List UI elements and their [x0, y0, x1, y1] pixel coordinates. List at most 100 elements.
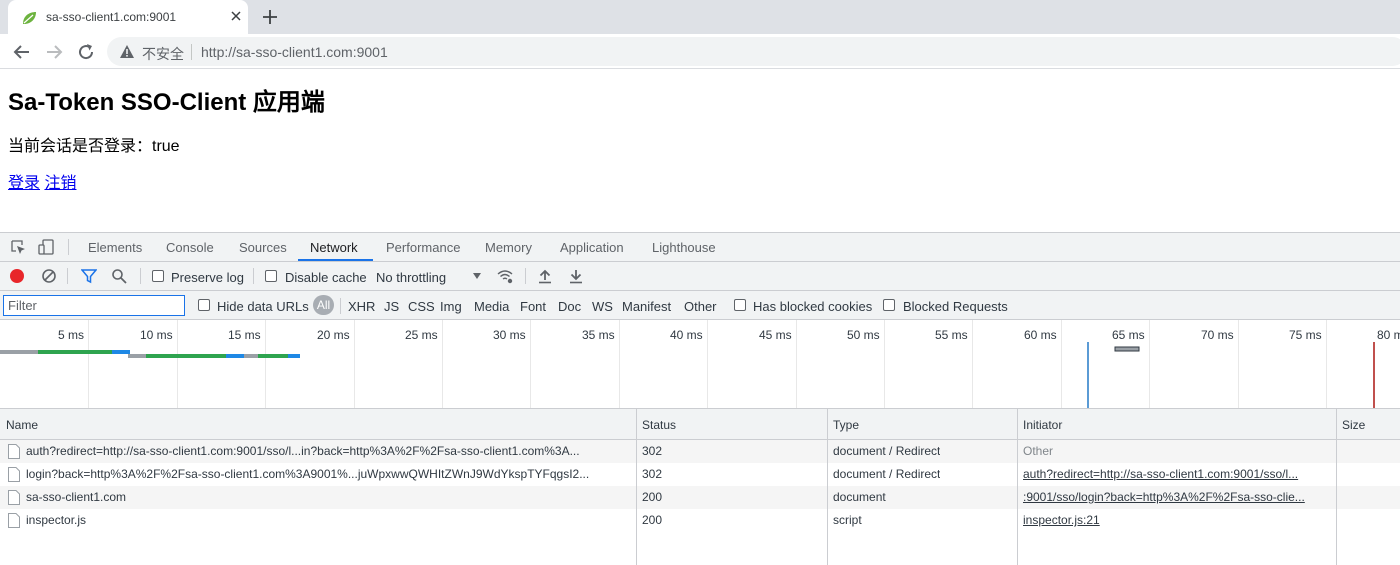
timeline-tick-label: 40 ms: [670, 328, 703, 342]
warning-triangle-icon[interactable]: [119, 44, 135, 60]
url-text[interactable]: http://sa-sso-client1.com:9001: [201, 44, 388, 60]
request-initiator-link[interactable]: :9001/sso/login?back=http%3A%2F%2Fsa-sso…: [1023, 490, 1329, 504]
blocked-cookies-checkbox[interactable]: [734, 299, 746, 311]
inspect-element-icon[interactable]: [10, 239, 26, 255]
type-filter-all[interactable]: All: [313, 295, 334, 315]
column-divider[interactable]: [636, 409, 637, 565]
request-name[interactable]: inspector.js: [26, 513, 629, 527]
tab-memory[interactable]: Memory: [485, 240, 532, 255]
type-filter-other[interactable]: Other: [684, 299, 717, 314]
clear-icon[interactable]: [41, 268, 57, 284]
request-name[interactable]: sa-sso-client1.com: [26, 490, 629, 504]
devtools-tabbar: Elements Console Sources Network Perform…: [0, 233, 1400, 262]
back-arrow-icon[interactable]: [12, 42, 32, 62]
request-initiator: Other: [1023, 444, 1054, 458]
timeline-tick-label: 10 ms: [140, 328, 173, 342]
request-name[interactable]: auth?redirect=http://sa-sso-client1.com:…: [26, 444, 629, 458]
request-type: document: [833, 490, 886, 504]
upload-icon[interactable]: [537, 268, 553, 284]
tab-elements[interactable]: Elements: [88, 240, 142, 255]
column-divider[interactable]: [827, 409, 828, 565]
request-status: 302: [642, 467, 663, 481]
toolbar-divider: [67, 268, 68, 284]
disable-cache-label[interactable]: Disable cache: [285, 270, 367, 285]
search-icon[interactable]: [111, 268, 127, 284]
blocked-requests-checkbox[interactable]: [883, 299, 895, 311]
tab-console[interactable]: Console: [166, 240, 214, 255]
hide-data-urls-checkbox[interactable]: [198, 299, 210, 311]
network-conditions-icon[interactable]: [497, 268, 513, 284]
type-filter-xhr[interactable]: XHR: [348, 299, 375, 314]
login-status: 当前会话是否登录：true: [8, 138, 180, 155]
column-header-initiator[interactable]: Initiator: [1023, 418, 1062, 432]
disable-cache-checkbox[interactable]: [265, 270, 277, 282]
type-filter-manifest[interactable]: Manifest: [622, 299, 671, 314]
hide-data-urls-label[interactable]: Hide data URLs: [217, 299, 309, 314]
browser-tabstrip: sa-sso-client1.com:9001: [0, 0, 1400, 34]
throttling-select[interactable]: No throttling: [376, 270, 446, 285]
new-tab-icon[interactable]: [261, 8, 279, 26]
tab-performance[interactable]: Performance: [386, 240, 460, 255]
document-icon: [8, 444, 20, 459]
overview-bar: [128, 354, 146, 358]
type-filter-img[interactable]: Img: [440, 299, 462, 314]
filter-icon[interactable]: [81, 268, 97, 284]
tab-sources[interactable]: Sources: [239, 240, 287, 255]
type-filter-font[interactable]: Font: [520, 299, 546, 314]
auth-links: 登录 注销: [8, 169, 76, 193]
tab-network[interactable]: Network: [310, 240, 358, 255]
timeline-tick-label: 50 ms: [847, 328, 880, 342]
leaf-favicon-icon: [23, 12, 36, 24]
network-overview[interactable]: 5 ms 10 ms 15 ms 20 ms 25 ms 30 ms 35 ms 40 ms 4…: [0, 320, 1400, 409]
column-divider[interactable]: [1017, 409, 1018, 565]
address-divider: [191, 44, 192, 60]
column-header-name[interactable]: Name: [6, 418, 38, 432]
column-header-type[interactable]: Type: [833, 418, 859, 432]
blocked-requests-label[interactable]: Blocked Requests: [903, 299, 1008, 314]
requests-table-body: auth?redirect=http://sa-sso-client1.com:…: [0, 440, 1400, 565]
type-filter-js[interactable]: JS: [384, 299, 399, 314]
table-row[interactable]: auth?redirect=http://sa-sso-client1.com:…: [0, 440, 1400, 463]
request-name[interactable]: login?back=http%3A%2F%2Fsa-sso-client1.c…: [26, 467, 629, 481]
reload-icon[interactable]: [76, 42, 96, 62]
column-divider[interactable]: [1336, 409, 1337, 565]
load-event-marker: [1373, 342, 1375, 408]
login-link[interactable]: 登录: [8, 175, 40, 192]
preserve-log-label[interactable]: Preserve log: [171, 270, 244, 285]
request-initiator-link[interactable]: inspector.js:21: [1023, 513, 1329, 527]
filter-input[interactable]: [3, 295, 185, 316]
filter-bar: Hide data URLs All XHR JS CSS Img Media …: [0, 291, 1400, 320]
record-icon[interactable]: [9, 268, 25, 284]
timeline-tick-label: 55 ms: [935, 328, 968, 342]
close-icon[interactable]: [228, 8, 244, 24]
request-type: script: [833, 513, 862, 527]
column-header-size[interactable]: Size: [1342, 418, 1365, 432]
toolbar-divider: [253, 268, 254, 284]
forward-arrow-icon[interactable]: [44, 42, 64, 62]
table-row[interactable]: sa-sso-client1.com 200 document :9001/ss…: [0, 486, 1400, 509]
tab-lighthouse[interactable]: Lighthouse: [652, 240, 716, 255]
device-toolbar-icon[interactable]: [38, 239, 54, 255]
tab-application[interactable]: Application: [560, 240, 624, 255]
type-filter-doc[interactable]: Doc: [558, 299, 581, 314]
address-bar[interactable]: 不安全 http://sa-sso-client1.com:9001: [107, 37, 1400, 66]
timeline-tick-label: 60 ms: [1024, 328, 1057, 342]
download-icon[interactable]: [568, 268, 584, 284]
type-filter-ws[interactable]: WS: [592, 299, 613, 314]
table-row[interactable]: inspector.js 200 script inspector.js:21: [0, 509, 1400, 532]
type-filter-media[interactable]: Media: [474, 299, 509, 314]
browser-tab[interactable]: sa-sso-client1.com:9001: [8, 0, 248, 34]
dropdown-arrow-icon[interactable]: [469, 268, 485, 284]
dom-content-loaded-marker: [1087, 342, 1089, 408]
type-filter-css[interactable]: CSS: [408, 299, 435, 314]
timeline-tick-label: 15 ms: [228, 328, 261, 342]
blocked-cookies-label[interactable]: Has blocked cookies: [753, 299, 872, 314]
timeline-tick-label: 25 ms: [405, 328, 438, 342]
column-header-status[interactable]: Status: [642, 418, 676, 432]
table-row[interactable]: login?back=http%3A%2F%2Fsa-sso-client1.c…: [0, 463, 1400, 486]
request-initiator-link[interactable]: auth?redirect=http://sa-sso-client1.com:…: [1023, 467, 1329, 481]
active-tab-indicator: [298, 259, 373, 261]
preserve-log-checkbox[interactable]: [152, 270, 164, 282]
logout-link[interactable]: 注销: [44, 175, 76, 192]
security-label[interactable]: 不安全: [142, 44, 184, 64]
